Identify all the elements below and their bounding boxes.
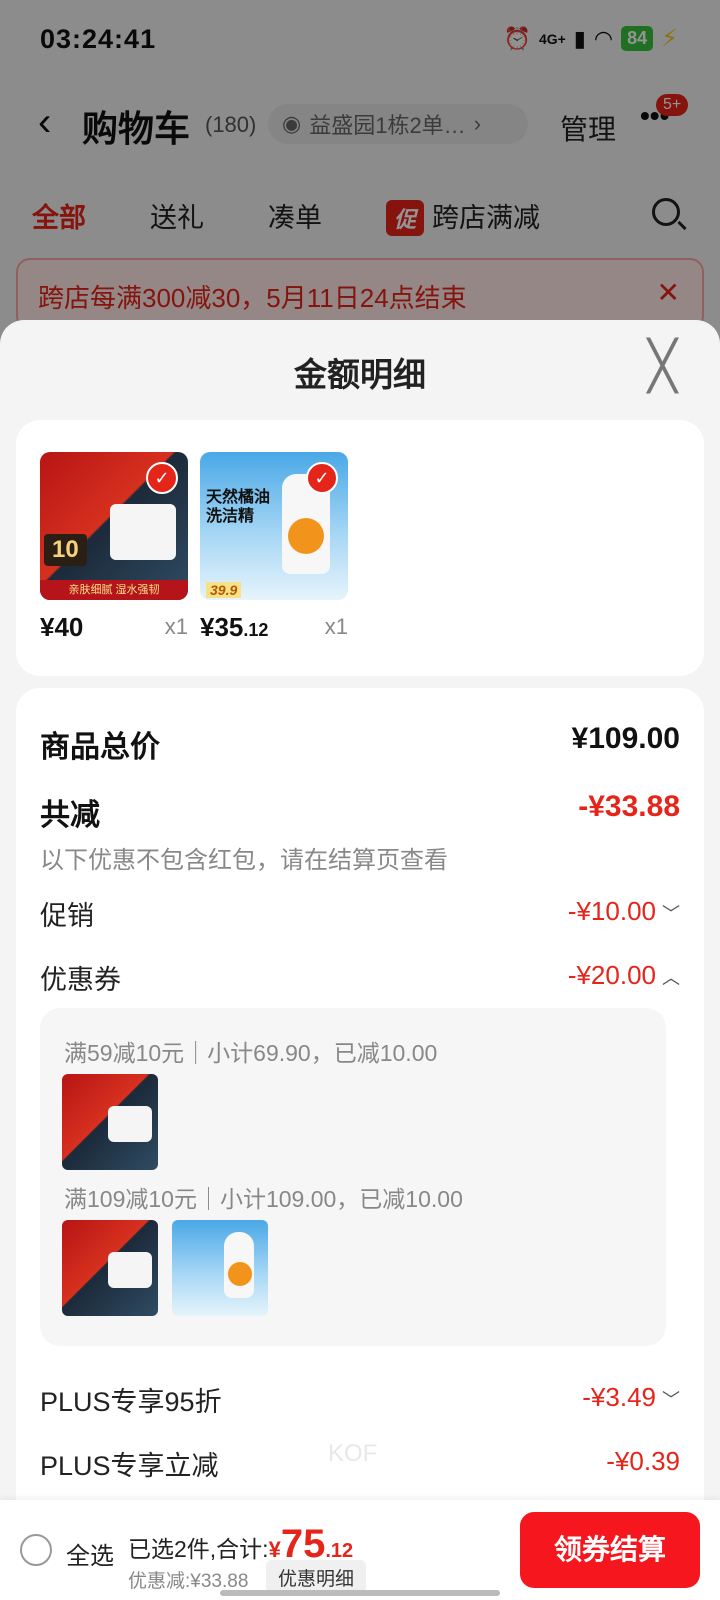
- checkmark-icon: ✓: [306, 462, 338, 494]
- product-subtitle: 亲肤细腻 湿水强韧: [40, 580, 188, 600]
- checkmark-icon: ✓: [146, 462, 178, 494]
- total-reduction-value: -¥33.88: [578, 790, 680, 823]
- tissue-box-graphic: [108, 1252, 152, 1288]
- product-image: 10 亲肤细腻 湿水强韧 ✓: [40, 452, 188, 600]
- product-promo-label: 10: [44, 534, 87, 566]
- product-image-title: 天然橘油洗洁精: [206, 489, 271, 525]
- coupon-line: 满109减10元｜小计109.00，已减10.00: [64, 1186, 463, 1212]
- coupon-product-thumb: [172, 1220, 268, 1316]
- coupon-row[interactable]: 优惠券 -¥20.00 ︿: [40, 958, 680, 997]
- product-image: 天然橘油洗洁精 39.9 ✓: [200, 452, 348, 600]
- coupon-detail-box: 满59减10元｜小计69.90，已减10.00 满109减10元｜小计109.0…: [40, 1008, 666, 1346]
- total-price-value: ¥109.00: [571, 722, 680, 755]
- plus-reduce-label: PLUS专享立减: [40, 1451, 219, 1481]
- home-indicator[interactable]: [220, 1590, 500, 1596]
- select-all-label[interactable]: 全选: [66, 1536, 114, 1571]
- checkout-button[interactable]: 领券结算: [520, 1512, 700, 1588]
- price-breakdown-card: KOF 商品总价 ¥109.00 共减 -¥33.88 以下优惠不包含红包，请在…: [16, 688, 704, 1600]
- orange-graphic: [288, 518, 324, 554]
- product-price: ¥40: [40, 612, 84, 642]
- plus-reduce-value: -¥0.39: [606, 1446, 680, 1476]
- product-quantity: x1: [324, 614, 348, 639]
- plus-discount-row[interactable]: PLUS专享95折 -¥3.49 ﹀: [40, 1380, 680, 1419]
- selected-count-text: 已选2件,合计:: [128, 1536, 269, 1562]
- chevron-down-icon: ﹀: [662, 904, 680, 924]
- sheet-title: 金额明细: [294, 356, 426, 393]
- product-item[interactable]: 天然橘油洗洁精 39.9 ✓ ¥35.12 x1: [200, 452, 348, 642]
- amount-detail-sheet: 金额明细 ╳ 10 亲肤细腻 湿水强韧 ✓ ¥40 x1 天然橘油洗洁精 39.…: [0, 320, 720, 1600]
- orange-graphic: [228, 1262, 252, 1286]
- close-icon[interactable]: ╳: [648, 338, 677, 394]
- chevron-up-icon: ︿: [662, 968, 680, 988]
- product-image-price-tag: 39.9: [206, 582, 242, 598]
- tissue-box-graphic: [108, 1106, 152, 1142]
- coupon-product-thumb: [62, 1074, 158, 1170]
- product-price: ¥35.12: [200, 612, 269, 642]
- selected-products-card: 10 亲肤细腻 湿水强韧 ✓ ¥40 x1 天然橘油洗洁精 39.9 ✓ ¥35…: [16, 420, 704, 676]
- total-reduction-row: 共减 -¥33.88 以下优惠不包含红包，请在结算页查看: [40, 790, 680, 875]
- product-quantity: x1: [164, 614, 188, 639]
- promotion-value: -¥10.00 ﹀: [567, 896, 680, 926]
- plus-reduce-row[interactable]: PLUS专享立减 -¥0.39: [40, 1444, 680, 1483]
- chevron-down-icon: ﹀: [662, 1390, 680, 1410]
- select-all-radio[interactable]: [20, 1534, 52, 1566]
- product-item[interactable]: 10 亲肤细腻 湿水强韧 ✓ ¥40 x1: [40, 452, 188, 642]
- plus-discount-value: -¥3.49 ﹀: [582, 1382, 680, 1412]
- tissue-box-graphic: [110, 504, 176, 560]
- checkout-bar: 全选 已选2件,合计:¥75.12 优惠减:¥33.88 优惠明细 领券结算: [0, 1500, 720, 1600]
- total-price-row: 商品总价 ¥109.00: [40, 722, 680, 766]
- discount-summary: 优惠减:¥33.88: [128, 1571, 249, 1592]
- coupon-line: 满59减10元｜小计69.90，已减10.00: [64, 1040, 438, 1066]
- currency-symbol: ¥: [268, 1537, 281, 1562]
- reduction-note: 以下优惠不包含红包，请在结算页查看: [40, 847, 448, 874]
- total-amount-dec: .12: [325, 1540, 354, 1562]
- coupon-product-thumb: [62, 1220, 158, 1316]
- promotion-row[interactable]: 促销 -¥10.00 ﹀: [40, 894, 680, 933]
- coupon-value: -¥20.00 ︿: [567, 960, 680, 990]
